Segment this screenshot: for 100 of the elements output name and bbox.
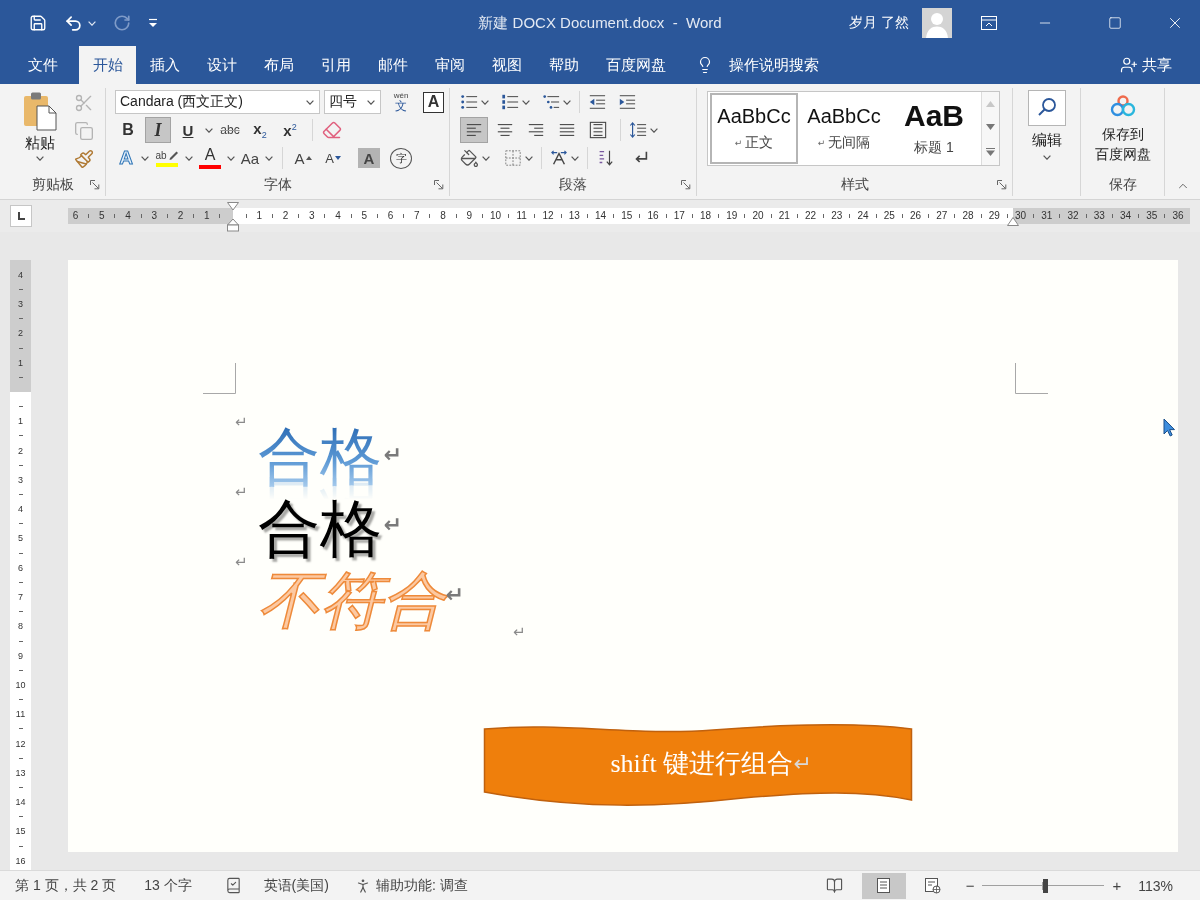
increase-indent-icon[interactable]	[618, 93, 636, 111]
language-label[interactable]: 英语(美国)	[263, 876, 329, 895]
ribbon-tab[interactable]: 开始	[79, 46, 136, 84]
ruler-number: 28	[961, 210, 975, 222]
save-icon[interactable]	[29, 14, 47, 32]
bullet-list-icon[interactable]	[460, 93, 478, 111]
undo-dropdown-caret-icon[interactable]	[88, 20, 96, 26]
dialog-launcher-icon[interactable]	[997, 180, 1007, 190]
font-size-field[interactable]: 四号	[324, 90, 381, 114]
justify-icon[interactable]	[558, 121, 576, 139]
editing-button[interactable]: 编辑	[1027, 90, 1066, 160]
ribbon-tab[interactable]: 布局	[250, 46, 307, 84]
dropdown-caret-icon[interactable]	[650, 127, 658, 133]
paste-button[interactable]: 粘贴	[14, 88, 66, 161]
line-spacing-icon[interactable]	[629, 121, 647, 139]
numbered-list-icon[interactable]	[501, 93, 519, 111]
dropdown-caret-icon[interactable]	[571, 155, 579, 161]
customize-toolbar-icon[interactable]	[148, 18, 158, 28]
zoom-out-button[interactable]: −	[965, 877, 975, 894]
dialog-launcher-icon[interactable]	[434, 180, 444, 190]
font-name-field[interactable]: Candara (西文正文)	[115, 90, 320, 114]
zoom-percent[interactable]: 113%	[1138, 877, 1173, 894]
zoom-slider-thumb[interactable]	[1043, 878, 1049, 893]
underline-button[interactable]: U	[175, 117, 201, 143]
character-shading-button[interactable]: A	[358, 148, 380, 168]
paint-bucket-icon[interactable]	[460, 148, 479, 168]
dialog-launcher-icon[interactable]	[681, 180, 691, 190]
change-case-button[interactable]: Aa	[239, 146, 261, 170]
page-layout-icon[interactable]	[875, 877, 893, 894]
ribbon-tab[interactable]: 百度网盘	[592, 46, 679, 84]
ribbon-tab[interactable]: 引用	[307, 46, 364, 84]
paintbrush-icon[interactable]	[74, 149, 94, 169]
align-right-icon[interactable]	[527, 121, 545, 139]
dialog-launcher-icon[interactable]	[90, 180, 100, 190]
dropdown-caret-icon[interactable]	[522, 99, 530, 105]
ruler-number: 26	[908, 210, 923, 222]
right-indent-marker-icon[interactable]	[1007, 217, 1019, 226]
ribbon-tab[interactable]: 邮件	[364, 46, 421, 84]
open-book-icon[interactable]	[826, 877, 844, 894]
undo-icon[interactable]	[64, 13, 83, 33]
dropdown-caret-icon[interactable]	[306, 99, 314, 105]
scroll-down-icon[interactable]	[986, 124, 995, 131]
ribbon-tab[interactable]: 插入	[136, 46, 193, 84]
dropdown-caret-icon[interactable]	[481, 99, 489, 105]
dropdown-caret-icon[interactable]	[185, 155, 193, 161]
save-to-cloud-button[interactable]: 保存到 百度网盘	[1094, 94, 1151, 163]
group-label: 剪贴板	[31, 176, 74, 194]
ribbon-display-options-icon[interactable]	[981, 16, 997, 30]
italic-button[interactable]: I	[145, 117, 171, 143]
distributed-align-icon[interactable]	[589, 121, 607, 139]
page-count: 第 1 页，共 2 页	[15, 876, 117, 895]
align-left-button[interactable]	[460, 117, 488, 143]
dropdown-caret-icon[interactable]	[227, 155, 235, 161]
align-center-icon[interactable]	[496, 121, 514, 139]
proofing-book-icon[interactable]	[224, 877, 242, 894]
ruler-number: 2	[281, 210, 290, 222]
multilevel-list-icon[interactable]	[542, 93, 560, 111]
grow-font-button[interactable]: A	[292, 146, 314, 170]
dropdown-caret-icon[interactable]	[141, 155, 149, 161]
ribbon-tab[interactable]: 设计	[193, 46, 250, 84]
indent-marker-icon[interactable]	[227, 202, 239, 232]
dropdown-caret-icon[interactable]	[563, 99, 571, 105]
dropdown-caret-icon[interactable]	[205, 127, 213, 133]
asian-layout-icon[interactable]	[550, 149, 568, 167]
ribbon-tab[interactable]: 审阅	[421, 46, 478, 84]
style-option[interactable]: AaBbCc ↵ 正文	[710, 93, 798, 164]
decrease-indent-icon[interactable]	[588, 93, 606, 111]
phonetic-guide-button[interactable]: wén 文	[389, 90, 413, 114]
superscript-button[interactable]: x$^{2}$	[277, 117, 303, 143]
web-page-icon[interactable]	[924, 877, 942, 894]
ruler-number: 1	[18, 415, 23, 429]
ruler-number: 16	[646, 210, 660, 222]
dropdown-caret-icon[interactable]	[525, 155, 533, 161]
character-border-button[interactable]: A	[423, 91, 444, 113]
eraser-icon[interactable]	[322, 120, 342, 140]
dropdown-caret-icon[interactable]	[482, 155, 490, 161]
ruler-number: 18	[698, 210, 713, 222]
paragraph-mark: ↵	[383, 514, 402, 536]
bold-button[interactable]: B	[115, 117, 141, 143]
shrink-font-button[interactable]: A	[322, 146, 344, 170]
print-layout-button[interactable]	[861, 872, 906, 899]
dropdown-caret-icon[interactable]	[1042, 155, 1051, 160]
tab-stop-selector-icon[interactable]	[10, 205, 32, 227]
ribbon-tab[interactable]: 视图	[478, 46, 535, 84]
zoom-in-button[interactable]: +	[1112, 877, 1122, 894]
accessibility-status[interactable]: 辅助功能: 调查	[375, 876, 468, 895]
font-color-button[interactable]: A	[197, 145, 223, 171]
subscript-button[interactable]: x$_{2}$	[247, 117, 273, 143]
group-label: 保存	[1108, 176, 1137, 194]
highlight-button[interactable]: ab	[153, 145, 181, 171]
dropdown-caret-icon[interactable]	[36, 156, 44, 161]
ribbon-tab[interactable]: 帮助	[535, 46, 592, 84]
share-button[interactable]: 共享	[1120, 46, 1172, 84]
align-left-icon[interactable]	[465, 121, 483, 139]
ribbon-tab[interactable]: 文件	[14, 46, 71, 84]
dropdown-caret-icon[interactable]	[367, 99, 375, 105]
tell-me-search[interactable]: 操作说明搜索	[729, 55, 819, 75]
dropdown-caret-icon[interactable]	[265, 155, 273, 161]
more-styles-icon[interactable]	[986, 148, 995, 157]
maximize-icon[interactable]	[1108, 16, 1122, 30]
